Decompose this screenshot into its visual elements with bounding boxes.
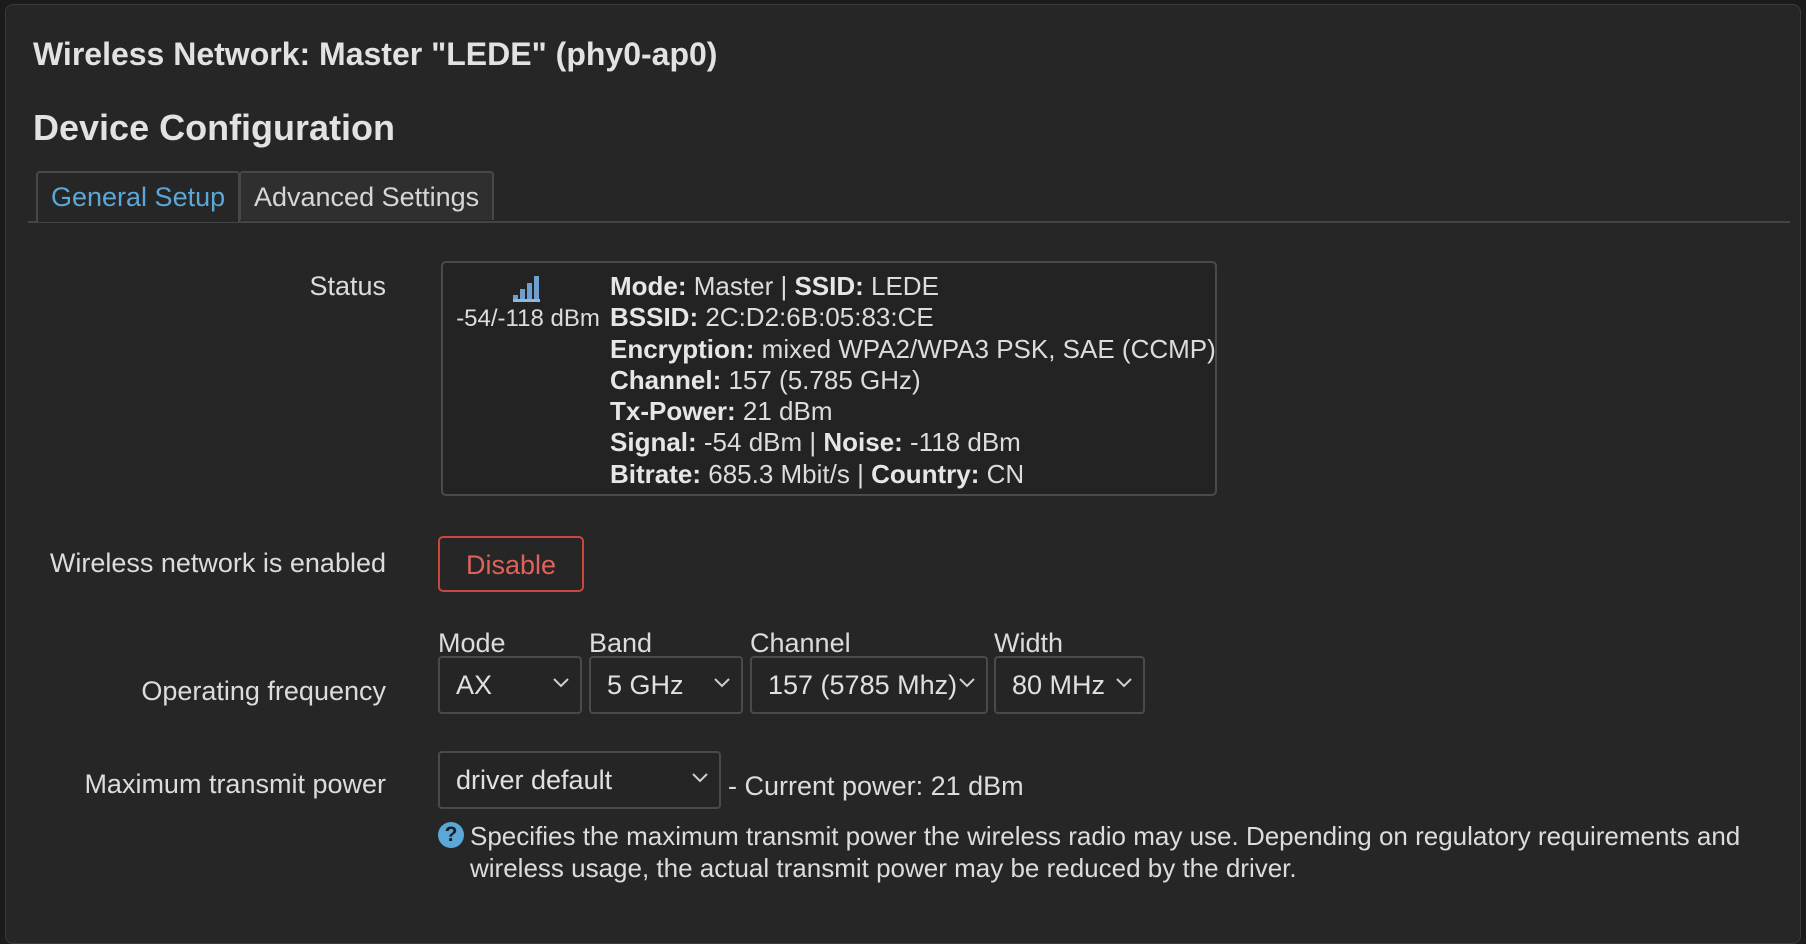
- max-transmit-power-label: Maximum transmit power: [84, 769, 386, 799]
- chevron-down-icon: [959, 678, 975, 688]
- status-line: Channel: 157 (5.785 GHz): [610, 364, 921, 395]
- width-select[interactable]: 80 MHz: [994, 656, 1145, 714]
- status-line: BSSID: 2C:D2:6B:05:83:CE: [610, 302, 934, 333]
- operating-frequency-label: Operating frequency: [141, 676, 386, 706]
- band-label: Band: [589, 628, 653, 658]
- current-power-text: - Current power: 21 dBm: [728, 771, 1024, 801]
- chevron-down-icon: [1116, 678, 1132, 688]
- chevron-down-icon: [714, 678, 730, 688]
- wireless-enabled-label: Wireless network is enabled: [49, 548, 386, 578]
- chevron-down-icon: [692, 773, 708, 783]
- status-line: Signal: -54 dBm | Noise: -118 dBm: [610, 427, 1021, 458]
- band-select-value: 5 GHz: [607, 670, 684, 700]
- tab-advanced-settings[interactable]: Advanced Settings: [239, 171, 495, 220]
- signal-bars-icon: [513, 276, 540, 302]
- status-box: -54/-118 dBm Mode: Master | SSID: LEDE B…: [441, 261, 1217, 496]
- wireless-network-modal: Wireless Network: Master "LEDE" (phy0-ap…: [5, 4, 1801, 944]
- channel-label: Channel: [750, 628, 851, 658]
- band-select[interactable]: 5 GHz: [589, 656, 743, 714]
- status-label: Status: [309, 271, 386, 301]
- mode-select-value: AX: [456, 670, 493, 700]
- status-line: Tx-Power: 21 dBm: [610, 396, 833, 427]
- mode-label: Mode: [438, 628, 506, 658]
- txpower-select-value: driver default: [456, 765, 613, 795]
- txpower-help-text: Specifies the maximum transmit power the…: [470, 821, 1741, 883]
- status-details: Mode: Master | SSID: LEDE BSSID: 2C:D2:6…: [610, 271, 1216, 490]
- channel-select[interactable]: 157 (5785 Mhz): [750, 656, 988, 714]
- status-line: Encryption: mixed WPA2/WPA3 PSK, SAE (CC…: [610, 333, 1216, 364]
- mode-select[interactable]: AX: [438, 656, 582, 714]
- signal-indicator: -54/-118 dBm: [453, 273, 603, 333]
- status-line: Bitrate: 685.3 Mbit/s | Country: CN: [610, 458, 1025, 489]
- width-label: Width: [994, 628, 1064, 658]
- txpower-select[interactable]: driver default: [438, 751, 721, 809]
- signal-text: -54/-118 dBm: [456, 305, 600, 332]
- disable-button[interactable]: Disable: [438, 536, 584, 592]
- tab-bar: General Setup Advanced Settings: [28, 171, 1790, 223]
- status-line: Mode: Master | SSID: LEDE: [610, 271, 939, 301]
- width-select-value: 80 MHz: [1012, 670, 1106, 700]
- modal-title: Wireless Network: Master "LEDE" (phy0-ap…: [33, 36, 718, 72]
- section-title: Device Configuration: [33, 107, 396, 148]
- channel-select-value: 157 (5785 Mhz): [768, 670, 958, 700]
- tab-general-setup[interactable]: General Setup: [36, 171, 241, 222]
- question-circle-icon: ?: [438, 822, 464, 848]
- chevron-down-icon: [553, 678, 569, 688]
